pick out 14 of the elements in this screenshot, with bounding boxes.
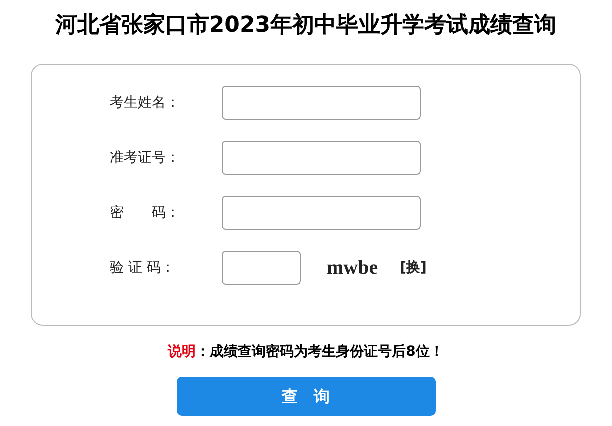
captcha-code: mwbe <box>327 256 378 281</box>
page-title: 河北省张家口市2023年初中毕业升学考试成绩查询 <box>55 12 557 40</box>
field-label: 准考证号： <box>110 148 181 168</box>
refresh-link[interactable]: [换] <box>400 258 427 278</box>
field-label: 密 码： <box>110 204 181 222</box>
field-label: 考生姓名： <box>110 94 181 112</box>
input-field[interactable] <box>222 86 421 120</box>
note-label: 说明 <box>168 343 196 362</box>
field-label: 验 证 码： <box>110 258 176 278</box>
input-field[interactable] <box>222 141 421 175</box>
note-text: ：成绩查询密码为考生身份证号后8位！ <box>196 342 444 362</box>
input-field[interactable] <box>222 196 421 230</box>
captcha-field[interactable] <box>222 251 301 285</box>
query-button[interactable]: 查 询 <box>176 377 436 416</box>
